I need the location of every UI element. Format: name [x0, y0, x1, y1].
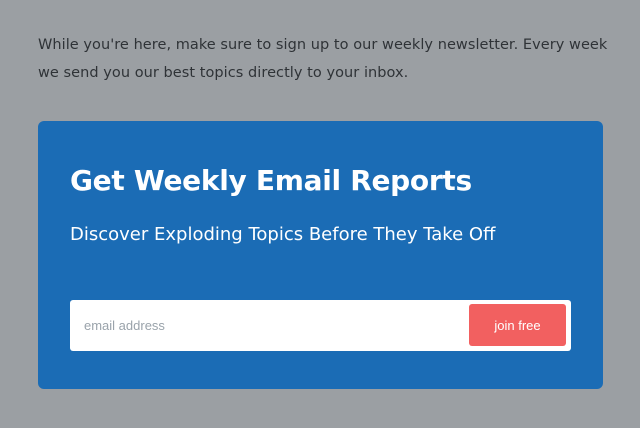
newsletter-signup-card: Get Weekly Email Reports Discover Explod…: [38, 121, 603, 389]
join-free-button[interactable]: join free: [469, 304, 566, 346]
newsletter-subtitle: Discover Exploding Topics Before They Ta…: [70, 224, 496, 245]
email-input[interactable]: [70, 300, 465, 351]
newsletter-intro-text: While you're here, make sure to sign up …: [38, 37, 608, 81]
newsletter-title: Get Weekly Email Reports: [70, 164, 472, 197]
newsletter-signup-form: join free: [70, 300, 571, 351]
